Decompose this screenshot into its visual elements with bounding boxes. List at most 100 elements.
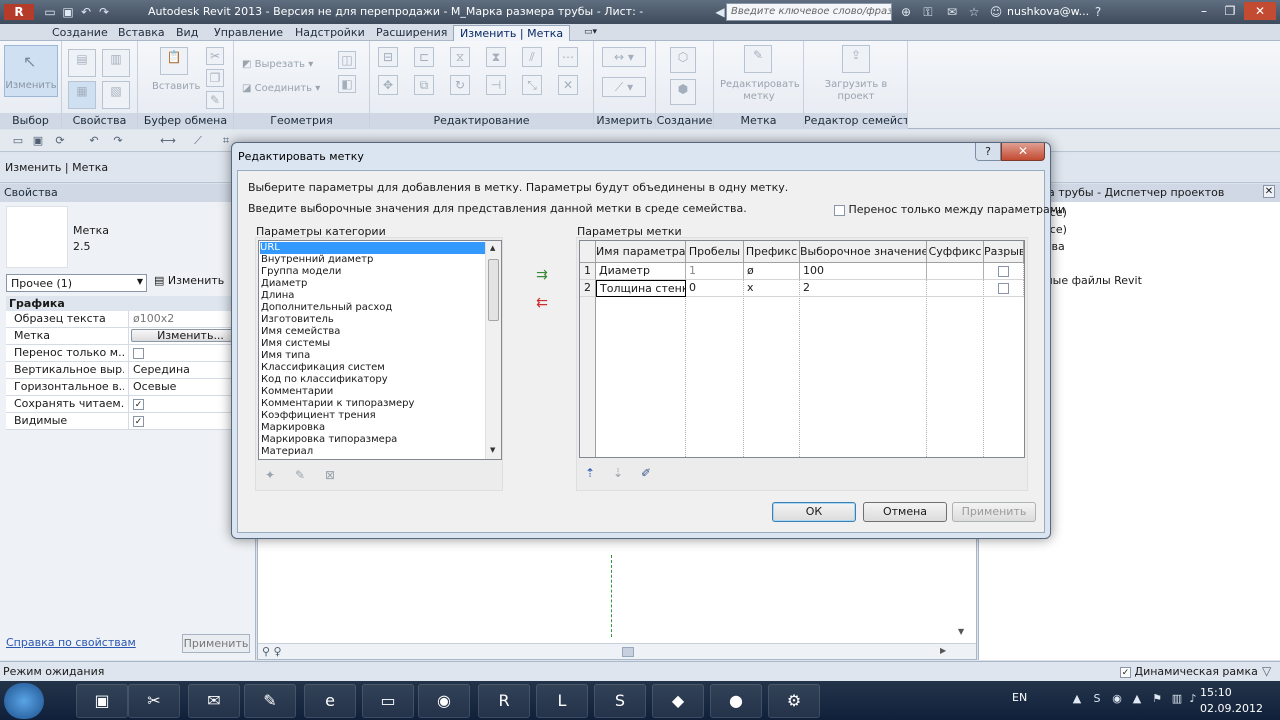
tab-addins[interactable]: Надстройки (289, 25, 371, 41)
measure-toolbar-icon[interactable]: ⟷ (160, 133, 176, 149)
ok-button[interactable]: ОК (772, 502, 856, 522)
mirror-axis-icon[interactable]: ⧖ (450, 47, 470, 67)
tab-modify-label[interactable]: Изменить | Метка (453, 25, 571, 41)
property-row[interactable]: Перенос только м... (6, 345, 252, 362)
properties-group-graphics[interactable]: Графика (6, 296, 252, 311)
align-icon[interactable]: ⊟ (378, 47, 398, 67)
family-types-icon[interactable]: ▧ (102, 81, 130, 109)
rotate-icon[interactable]: ↻ (450, 75, 470, 95)
restore-icon[interactable]: ❐ (1218, 2, 1242, 20)
split-icon[interactable]: ⫽ (522, 47, 542, 67)
close-browser-icon[interactable]: ✕ (1263, 185, 1275, 198)
favorites-star-icon[interactable]: ☆ (966, 4, 982, 20)
taskbar-settings-icon[interactable]: ⚙ (768, 684, 820, 718)
tray-app-icon[interactable]: ◉ (1110, 692, 1124, 706)
geometry-tool-icon[interactable]: ◫ (338, 51, 356, 69)
category-list-scrollbar[interactable]: ▲ ▼ (485, 241, 501, 459)
save-file-icon[interactable]: ▣ (30, 133, 46, 149)
undo-icon[interactable]: ↶ (78, 4, 94, 20)
cut-geometry-button[interactable]: ◩ Вырезать ▾ (242, 59, 313, 70)
list-item[interactable]: Внутренний диаметр (261, 254, 373, 266)
row-number[interactable]: 2 (580, 280, 596, 297)
dialog-help-button[interactable]: ? (975, 143, 1001, 161)
dialog-close-button[interactable]: ✕ (1001, 143, 1045, 161)
taskbar-skype-icon[interactable]: S (594, 684, 646, 718)
match-type-icon[interactable]: ✎ (206, 91, 224, 109)
add-parameter-arrow-icon[interactable]: ⇉ (533, 267, 551, 283)
edit-type-button[interactable]: ▤ Изменить (154, 274, 224, 287)
suffix-cell[interactable] (927, 263, 984, 280)
edit-parameter-icon[interactable]: ✎ (292, 467, 308, 483)
col-header-sample-value[interactable]: Выборочное значение (800, 241, 927, 263)
redo-icon[interactable]: ↷ (96, 4, 112, 20)
sample-value-cell[interactable]: 100 (800, 263, 927, 280)
edit-label-icon[interactable]: ✎ (744, 45, 772, 73)
measure-icon[interactable]: ↔ ▾ (602, 47, 646, 67)
list-item[interactable]: Маркировка типоразмера (261, 434, 397, 446)
create-similar-icon[interactable]: ⬢ (670, 79, 696, 105)
dimension-icon[interactable]: ⟋ ▾ (602, 77, 646, 97)
edit-label-button[interactable]: Редактировать метку (720, 79, 800, 103)
list-item[interactable]: Код по классификатору (261, 374, 388, 386)
modify-button[interactable]: ↖ Изменить (4, 45, 58, 97)
row-number[interactable]: 1 (580, 263, 596, 280)
col-header-prefix[interactable]: Префикс (744, 241, 800, 263)
list-item[interactable]: Дополнительный расход (261, 302, 392, 314)
undo-toolbar-icon[interactable]: ↶ (86, 133, 102, 149)
spaces-cell[interactable]: 0 (686, 280, 744, 297)
param-name-cell[interactable]: Диаметр (596, 263, 686, 280)
geometry-tool-2-icon[interactable]: ◧ (338, 75, 356, 93)
open-file-icon[interactable]: ▭ (10, 133, 26, 149)
delete-icon[interactable]: ✕ (558, 75, 578, 95)
properties-icon[interactable]: ▤ (68, 49, 96, 77)
copy-icon[interactable]: ❐ (206, 69, 224, 87)
tray-show-hidden-icon[interactable]: ▲ (1070, 692, 1084, 706)
list-item[interactable]: Комментарии к типоразмеру (261, 398, 414, 410)
delete-parameter-icon[interactable]: ⊠ (322, 467, 338, 483)
revit-logo-icon[interactable]: R (4, 4, 34, 20)
properties-apply-button[interactable]: Применить (182, 634, 250, 653)
trim-icon[interactable]: ⊣ (486, 75, 506, 95)
new-parameter-icon[interactable]: ✦ (262, 467, 278, 483)
tray-language[interactable]: EN (1012, 691, 1027, 704)
taskbar-tools-icon[interactable]: ✂ (128, 684, 180, 718)
property-row[interactable]: Сохранять читаем... ✓ (6, 396, 252, 413)
cancel-button[interactable]: Отмена (863, 502, 947, 522)
list-item[interactable]: Диаметр (261, 278, 307, 290)
load-into-project-icon[interactable]: ⇪ (842, 45, 870, 73)
taskbar-recorder-icon[interactable]: ● (710, 684, 762, 718)
prefix-cell[interactable]: ø (744, 263, 800, 280)
list-item[interactable]: Изготовитель (261, 314, 334, 326)
key-icon[interactable]: ⚿ (920, 4, 936, 20)
tab-insert[interactable]: Вставка (112, 25, 171, 41)
sync-icon[interactable]: ⟳ (52, 133, 68, 149)
taskbar-ie-icon[interactable]: e (304, 684, 356, 718)
list-item[interactable]: Группа модели (261, 266, 341, 278)
edit-parameter-label-icon[interactable]: ✐ (638, 465, 654, 481)
taskbar-revit-icon[interactable]: R (478, 684, 530, 718)
help-icon[interactable]: ? (1090, 4, 1106, 20)
col-header-suffix[interactable]: Суффикс (927, 241, 984, 263)
properties-help-link[interactable]: Справка по свойствам (6, 636, 136, 649)
list-item[interactable]: Материал (261, 446, 313, 458)
open-icon[interactable]: ▭ (42, 4, 58, 20)
list-item[interactable]: Маркировка (261, 422, 325, 434)
minimize-icon[interactable]: – (1192, 2, 1216, 20)
category-params-list[interactable]: URL Внутренний диаметр Группа модели Диа… (258, 240, 502, 460)
scroll-thumb[interactable] (488, 259, 499, 321)
offset-icon[interactable]: ⊏ (414, 47, 434, 67)
col-header-param-name[interactable]: Имя параметра (596, 241, 686, 263)
prefix-cell[interactable]: x (744, 280, 800, 297)
taskbar-app-icon[interactable]: ◆ (652, 684, 704, 718)
list-item[interactable]: Классификация систем (261, 362, 385, 374)
param-name-cell[interactable]: Толщина стенк (596, 280, 686, 297)
properties-toggle-icon[interactable]: ▦ (68, 81, 96, 109)
view-control-icon[interactable]: ⚲ ♀ (262, 645, 282, 658)
load-into-project-button[interactable]: Загрузить в проект (810, 79, 902, 103)
list-item[interactable]: Коэффициент трения (261, 410, 376, 422)
property-row[interactable]: Метка Изменить... (6, 328, 252, 345)
tab-manage[interactable]: Управление (208, 25, 289, 41)
list-item[interactable]: Имя семейства (261, 326, 340, 338)
ribbon-minimize-icon[interactable]: ▭▾ (578, 25, 603, 41)
wrap-only-checkbox[interactable] (834, 204, 845, 216)
